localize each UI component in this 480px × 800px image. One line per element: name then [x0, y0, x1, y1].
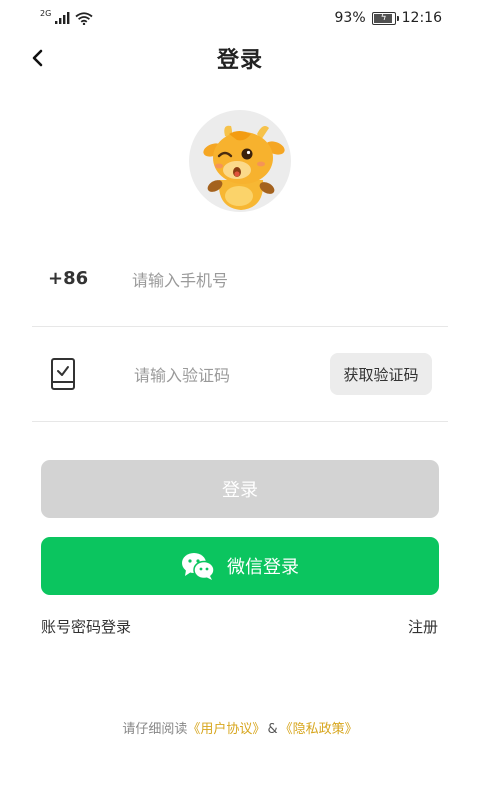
wechat-login-button[interactable]: 微信登录 — [41, 537, 439, 595]
wechat-icon — [182, 553, 215, 580]
register-link[interactable]: 注册 — [408, 616, 438, 637]
verification-code-input[interactable] — [132, 359, 316, 391]
wechat-login-label: 微信登录 — [227, 557, 299, 578]
agreement-separator: & — [267, 722, 278, 737]
phone-row: +86 — [32, 250, 448, 327]
status-bar: 2G 93% ϟ 12:16 — [0, 0, 480, 36]
battery-icon: ϟ — [371, 11, 399, 25]
agreement-prefix: 请仔细阅读 — [122, 722, 188, 737]
phone-check-icon — [51, 358, 75, 390]
avatar — [189, 110, 291, 212]
get-code-button[interactable]: 获取验证码 — [330, 353, 432, 395]
phone-input[interactable] — [130, 264, 434, 296]
privacy-policy-link[interactable]: 《隐私政策》 — [280, 722, 358, 737]
page-title: 登录 — [216, 48, 263, 73]
login-button-label: 登录 — [222, 480, 258, 501]
signal-icon — [55, 12, 70, 24]
agreement-text: 请仔细阅读《用户协议》 & 《隐私政策》 — [0, 718, 480, 737]
status-left: 2G — [40, 8, 93, 28]
account-password-login-link[interactable]: 账号密码登录 — [41, 616, 131, 637]
header: 登录 — [0, 36, 480, 80]
wifi-icon — [75, 11, 93, 25]
verification-code-row: 获取验证码 — [32, 327, 448, 422]
cow-mascot-icon — [203, 125, 285, 210]
country-code[interactable]: +86 — [48, 268, 88, 289]
user-agreement-link[interactable]: 《用户协议》 — [187, 722, 265, 737]
battery-percent: 93% — [334, 10, 366, 26]
clock: 12:16 — [401, 10, 442, 26]
network-type: 2G — [40, 8, 52, 18]
login-button[interactable]: 登录 — [41, 460, 439, 518]
status-right: 93% ϟ 12:16 — [335, 8, 442, 28]
